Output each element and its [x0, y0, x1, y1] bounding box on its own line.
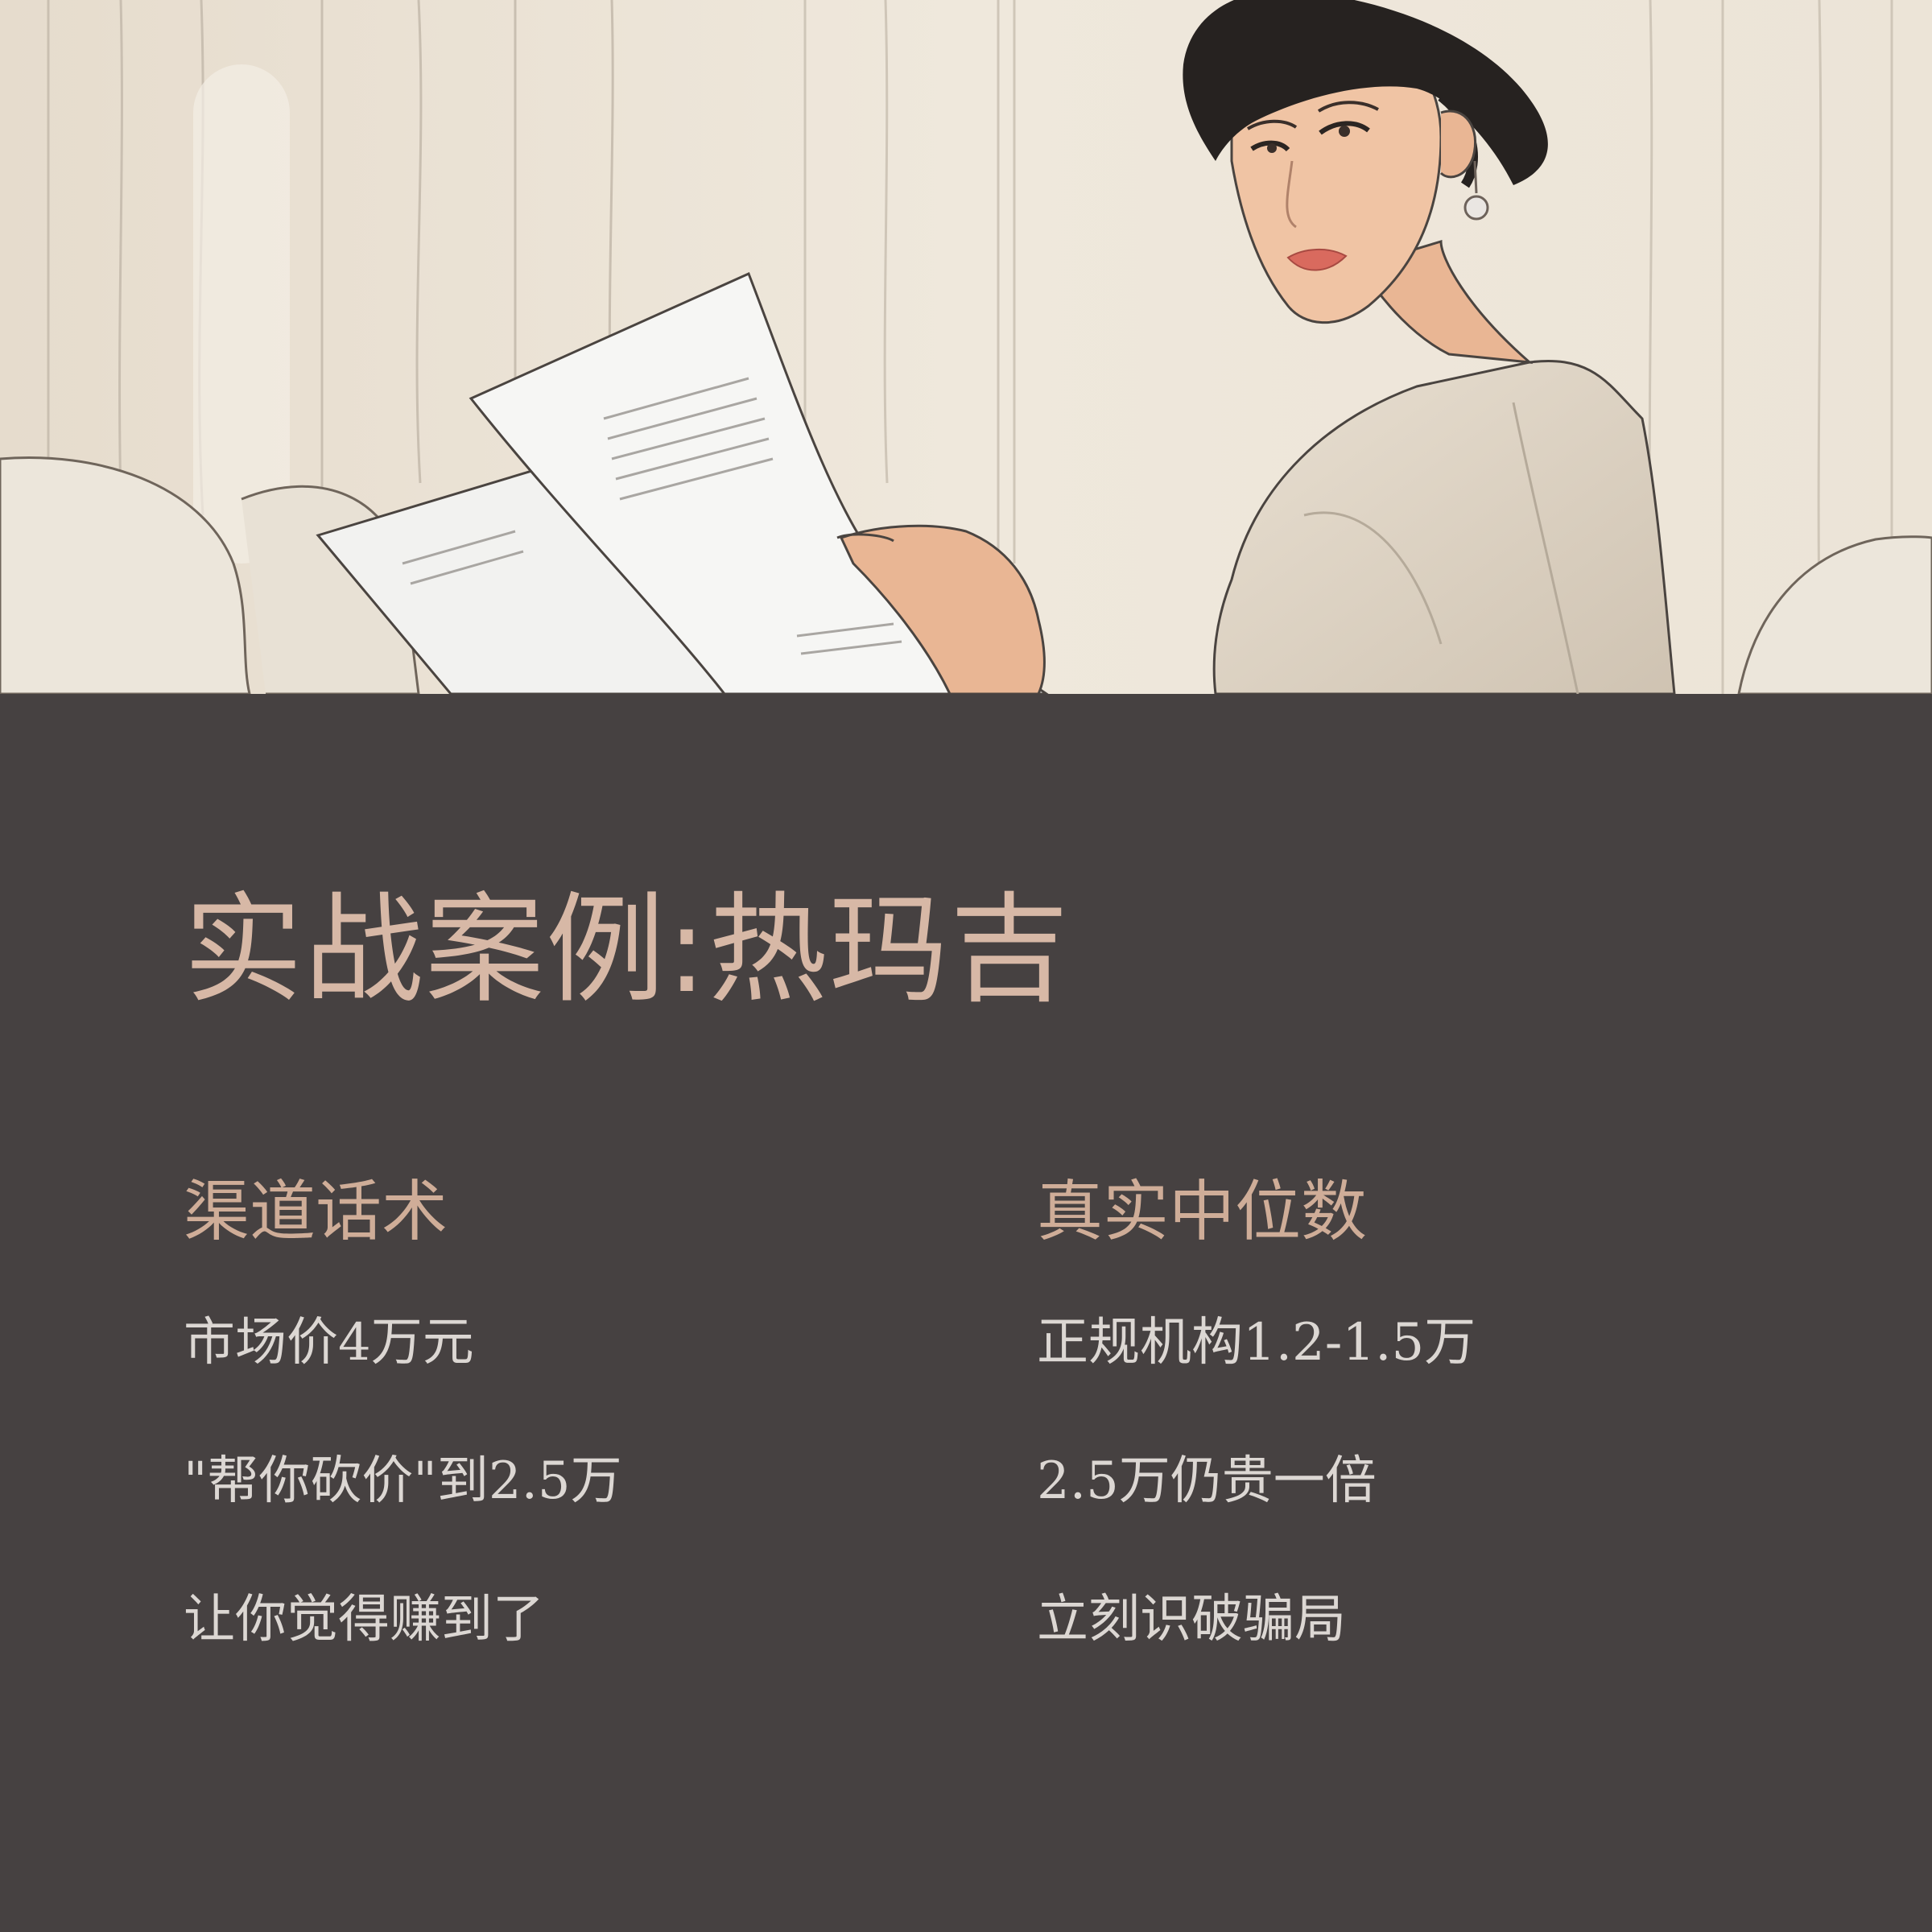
earring-icon	[1463, 195, 1489, 221]
column-list: 正规机构1.2-1.5万 2.5万仍贵一倍 立刻识破骗局	[1037, 1311, 1761, 1652]
list-item: 2.5万仍贵一倍	[1037, 1451, 1377, 1511]
column-channel-pitch: 渠道话术 市场价4万元 "帮你砍价"到2.5万 让你觉得赚到了	[184, 1172, 908, 1726]
list-item: 市场价4万元	[184, 1313, 474, 1373]
list-item: "帮你砍价"到2.5万	[184, 1451, 622, 1511]
list-item: 正规机构1.2-1.5万	[1037, 1313, 1476, 1373]
slide-page: 实战案例:热玛吉 渠道话术 市场价4万元 "帮你砍价"到2.5万 让你觉得赚到了…	[0, 0, 1932, 1932]
column-list: 市场价4万元 "帮你砍价"到2.5万 让你觉得赚到了	[184, 1311, 908, 1652]
column-heading: 渠道话术	[184, 1174, 448, 1250]
list-item: 让你觉得赚到了	[184, 1590, 544, 1649]
woman-reading-document-illustration	[0, 0, 1932, 694]
content-panel: 实战案例:热玛吉 渠道话术 市场价4万元 "帮你砍价"到2.5万 让你觉得赚到了…	[0, 694, 1932, 1932]
column-heading: 真实中位数	[1037, 1174, 1368, 1250]
column-real-median: 真实中位数 正规机构1.2-1.5万 2.5万仍贵一倍 立刻识破骗局	[1037, 1172, 1761, 1726]
page-title: 实战案例:热玛吉	[184, 881, 1071, 1019]
list-item: 立刻识破骗局	[1037, 1590, 1346, 1649]
